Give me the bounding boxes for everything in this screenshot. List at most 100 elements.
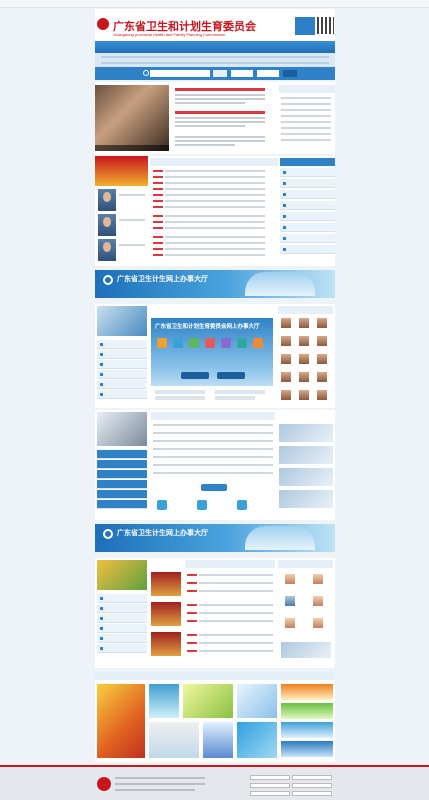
interact-link-3[interactable] bbox=[97, 470, 147, 479]
service-tile-6[interactable] bbox=[237, 338, 247, 348]
subnav-row-2[interactable] bbox=[101, 62, 329, 64]
right-news-item-8[interactable] bbox=[281, 139, 331, 141]
footer-select-3[interactable] bbox=[250, 783, 290, 788]
public-link-1[interactable] bbox=[97, 594, 147, 603]
topic-banner-2[interactable] bbox=[149, 684, 179, 718]
expert-avatar[interactable] bbox=[281, 390, 291, 400]
topic-banner-11[interactable] bbox=[281, 741, 333, 757]
more-button[interactable] bbox=[201, 484, 227, 491]
service-banner-1[interactable]: 广东省卫生计生网上办事大厅 bbox=[95, 270, 335, 298]
side-image-2[interactable] bbox=[279, 446, 333, 464]
right-news-item-3[interactable] bbox=[281, 109, 331, 111]
interact-link-1[interactable] bbox=[97, 450, 147, 459]
side-promo-image[interactable] bbox=[281, 642, 331, 658]
service-link-5[interactable] bbox=[97, 380, 147, 389]
service-tile-5[interactable] bbox=[221, 338, 231, 348]
side-image-4[interactable] bbox=[279, 490, 333, 508]
tool-link-1[interactable] bbox=[280, 168, 335, 177]
table-row[interactable] bbox=[153, 432, 273, 434]
interact-link-4[interactable] bbox=[97, 480, 147, 489]
query-input-1[interactable] bbox=[155, 390, 205, 394]
list-item[interactable] bbox=[199, 620, 273, 622]
topic-banner-9[interactable] bbox=[281, 703, 333, 719]
expert-avatar[interactable] bbox=[317, 372, 327, 382]
tool-link-7[interactable] bbox=[280, 234, 335, 243]
list-item[interactable] bbox=[199, 590, 273, 592]
service-icon[interactable] bbox=[313, 574, 323, 584]
search-select-2[interactable] bbox=[257, 70, 279, 77]
list-item[interactable] bbox=[199, 612, 273, 614]
service-link-3[interactable] bbox=[97, 360, 147, 369]
public-link-2[interactable] bbox=[97, 604, 147, 613]
list-item[interactable] bbox=[199, 642, 273, 644]
topic-banner-1[interactable] bbox=[97, 684, 145, 758]
topic-banner-10[interactable] bbox=[281, 722, 333, 738]
list-item[interactable] bbox=[199, 604, 273, 606]
tool-link-6[interactable] bbox=[280, 223, 335, 232]
side-image-3[interactable] bbox=[279, 468, 333, 486]
table-row[interactable] bbox=[153, 448, 273, 450]
service-tile-3[interactable] bbox=[189, 338, 199, 348]
service-icon[interactable] bbox=[285, 574, 295, 584]
table-row[interactable] bbox=[153, 440, 273, 442]
expert-avatar[interactable] bbox=[317, 390, 327, 400]
query-input-3[interactable] bbox=[155, 396, 205, 400]
list-item[interactable] bbox=[165, 227, 265, 229]
list-item[interactable] bbox=[199, 650, 273, 652]
expert-avatar[interactable] bbox=[317, 354, 327, 364]
footer-select-5[interactable] bbox=[250, 791, 290, 796]
interact-link-2[interactable] bbox=[97, 460, 147, 469]
list-item[interactable] bbox=[165, 176, 265, 178]
side-image-1[interactable] bbox=[279, 424, 333, 442]
expert-avatar[interactable] bbox=[299, 354, 309, 364]
list-item[interactable] bbox=[165, 254, 265, 256]
leader-name-3[interactable] bbox=[119, 244, 145, 246]
headline-1[interactable] bbox=[175, 88, 265, 91]
party-banner[interactable] bbox=[95, 156, 148, 186]
right-news-item-7[interactable] bbox=[281, 133, 331, 135]
footer-select-2[interactable] bbox=[292, 775, 332, 780]
right-news-item-6[interactable] bbox=[281, 127, 331, 129]
edit-icon[interactable] bbox=[197, 500, 207, 510]
table-row[interactable] bbox=[153, 424, 273, 426]
footer-select-4[interactable] bbox=[292, 783, 332, 788]
expert-avatar[interactable] bbox=[299, 318, 309, 328]
meeting-photo-2[interactable] bbox=[151, 602, 181, 626]
public-tabs[interactable] bbox=[185, 560, 275, 568]
list-item[interactable] bbox=[165, 248, 265, 250]
right-news-item-5[interactable] bbox=[281, 121, 331, 123]
list-item[interactable] bbox=[165, 182, 265, 184]
right-news-item-1[interactable] bbox=[281, 97, 331, 99]
search-button[interactable] bbox=[213, 70, 227, 77]
interact-link-6[interactable] bbox=[97, 500, 147, 509]
list-item[interactable] bbox=[165, 221, 265, 223]
public-link-4[interactable] bbox=[97, 624, 147, 633]
query-input-2[interactable] bbox=[215, 390, 265, 394]
list-item[interactable] bbox=[165, 170, 265, 172]
tool-link-3[interactable] bbox=[280, 190, 335, 199]
public-link-5[interactable] bbox=[97, 634, 147, 643]
list-item[interactable] bbox=[199, 574, 273, 576]
expert-avatar[interactable] bbox=[281, 372, 291, 382]
list-item[interactable] bbox=[165, 200, 265, 202]
service-hall-button-2[interactable] bbox=[217, 372, 245, 379]
notice-tabs[interactable] bbox=[150, 158, 278, 166]
meeting-photo-1[interactable] bbox=[151, 572, 181, 596]
service-tile-2[interactable] bbox=[173, 338, 183, 348]
meeting-photo-3[interactable] bbox=[151, 632, 181, 656]
message-icon[interactable] bbox=[237, 500, 247, 510]
interact-tabs[interactable] bbox=[151, 412, 275, 420]
leader-portrait-3[interactable] bbox=[98, 239, 116, 261]
service-link-2[interactable] bbox=[97, 350, 147, 359]
service-link-4[interactable] bbox=[97, 370, 147, 379]
leader-portrait-2[interactable] bbox=[98, 214, 116, 236]
expert-avatar[interactable] bbox=[299, 372, 309, 382]
search-input[interactable] bbox=[150, 70, 210, 77]
headline-2[interactable] bbox=[175, 111, 265, 114]
topic-banner-7[interactable] bbox=[237, 722, 277, 758]
expert-avatar[interactable] bbox=[317, 336, 327, 346]
expert-avatar[interactable] bbox=[281, 336, 291, 346]
tool-link-5[interactable] bbox=[280, 212, 335, 221]
footer-select-1[interactable] bbox=[250, 775, 290, 780]
service-icon[interactable] bbox=[313, 596, 323, 606]
